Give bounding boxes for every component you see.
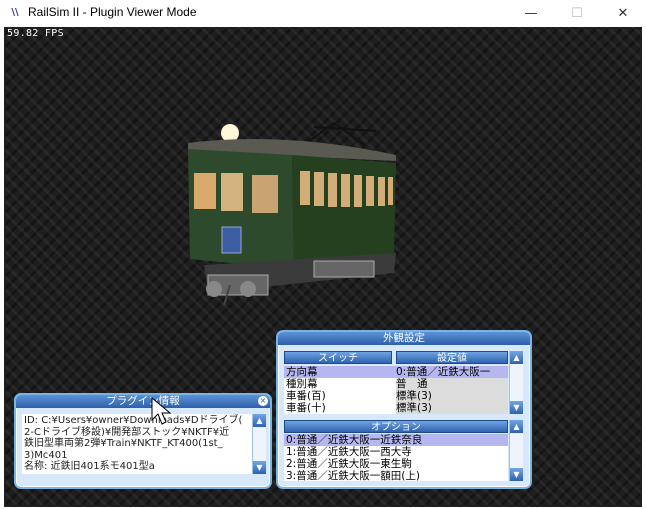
switch-column-header[interactable]: スイッチ [284, 351, 392, 364]
scroll-up-icon[interactable]: ▲ [253, 414, 266, 427]
switch-row[interactable]: 車番(十) 標準(3) [284, 402, 508, 414]
app-icon: \\ [11, 7, 19, 18]
switch-list[interactable]: 方向幕 0:普通／近鉄大阪一 種別幕 普 通 車番(百) 標準(3) 車番(十)… [284, 366, 508, 414]
scroll-up-icon[interactable]: ▲ [510, 420, 523, 433]
window-title: RailSim II - Plugin Viewer Mode [28, 5, 197, 19]
switch-scrollbar[interactable]: ▲ ▼ [509, 351, 523, 414]
option-row[interactable]: 1:普通／近鉄大阪一西大寺 [284, 446, 508, 458]
plugin-info-text: ID: C:¥Users¥owner¥Downloads¥Dドライブ( 2-Cド… [22, 414, 252, 474]
option-column-header[interactable]: オプション [284, 420, 508, 433]
pantograph [303, 121, 377, 146]
scroll-down-icon[interactable]: ▼ [253, 461, 266, 474]
scroll-up-icon[interactable]: ▲ [510, 351, 523, 364]
value-column-header[interactable]: 設定値 [396, 351, 508, 364]
switch-row[interactable]: 車番(百) 標準(3) [284, 390, 508, 402]
minimize-button[interactable]: — [508, 0, 554, 27]
close-icon[interactable]: × [258, 396, 268, 406]
switch-row[interactable]: 種別幕 普 通 [284, 378, 508, 390]
option-scrollbar[interactable]: ▲ ▼ [509, 420, 523, 481]
title-bar: \\ RailSim II - Plugin Viewer Mode — ☐ ✕ [0, 0, 646, 27]
option-row[interactable]: 0:普通／近鉄大阪一近鉄奈良 [284, 434, 508, 446]
switch-row[interactable]: 方向幕 0:普通／近鉄大阪一 [284, 366, 508, 378]
destination-sign [221, 226, 242, 254]
appearance-panel: 外観設定 スイッチ 設定値 方向幕 0:普通／近鉄大阪一 種別幕 普 通 車番(… [276, 330, 532, 489]
scroll-down-icon[interactable]: ▼ [510, 401, 523, 414]
appearance-panel-title: 外観設定 [278, 332, 530, 345]
close-button[interactable]: ✕ [600, 0, 646, 27]
scroll-down-icon[interactable]: ▼ [510, 468, 523, 481]
plugin-info-scrollbar[interactable]: ▲ ▼ [252, 414, 266, 474]
maximize-button[interactable]: ☐ [554, 0, 600, 27]
option-row[interactable]: 2:普通／近鉄大阪一東生駒 [284, 458, 508, 470]
plugin-info-panel: プラグイン情報 × ID: C:¥Users¥owner¥Downloads¥D… [14, 393, 272, 489]
mouse-cursor-icon [151, 396, 172, 425]
plugin-info-title: プラグイン情報 [16, 395, 270, 408]
option-list[interactable]: 0:普通／近鉄大阪一近鉄奈良 1:普通／近鉄大阪一西大寺 2:普通／近鉄大阪一東… [284, 434, 508, 481]
option-row[interactable]: 3:普通／近鉄大阪一額田(上) [284, 470, 508, 481]
